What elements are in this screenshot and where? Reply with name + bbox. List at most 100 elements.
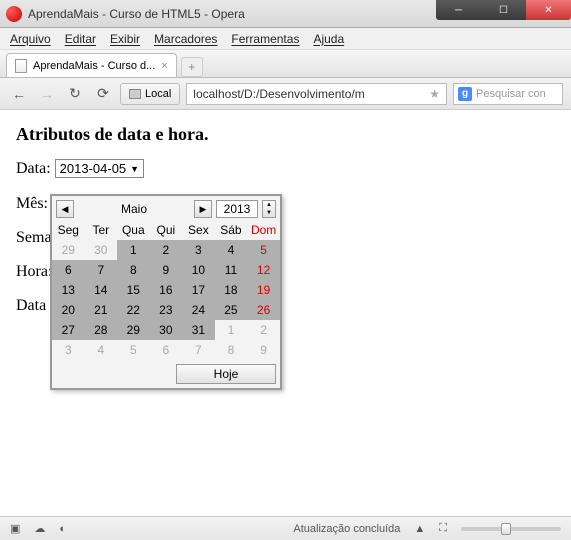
sync-icon[interactable]: ◐ [59,523,66,535]
cal-day[interactable]: 29 [117,320,150,340]
cal-day[interactable]: 9 [247,340,280,360]
cal-day[interactable]: 1 [215,320,248,340]
cal-day[interactable]: 30 [85,240,117,260]
cal-day[interactable]: 4 [215,240,248,260]
tabbar: AprendaMais - Curso d... × + [0,50,571,78]
cal-day[interactable]: 7 [85,260,117,280]
forward-button[interactable]: → [36,83,58,105]
zoom-slider[interactable] [461,527,561,531]
cal-day[interactable]: 1 [117,240,150,260]
cal-day[interactable]: 6 [150,340,182,360]
cal-prev-button[interactable]: ◀ [56,200,74,218]
datetime-label: Data [16,297,46,315]
tab-title: AprendaMais - Curso d... [33,60,155,72]
cal-weekday: Dom [247,220,280,240]
google-icon: g [458,87,472,101]
zoom-thumb[interactable] [501,523,511,535]
cal-day[interactable]: 12 [247,260,280,280]
fit-icon[interactable]: ⛶ [439,522,447,535]
menu-marcadores[interactable]: Marcadores [154,32,217,46]
close-button[interactable]: ✕ [526,0,571,20]
cal-year-input[interactable] [216,200,258,218]
menu-editar[interactable]: Editar [65,32,96,46]
local-button[interactable]: Local [120,83,180,105]
cal-day[interactable]: 11 [215,260,248,280]
cal-day[interactable]: 20 [52,300,85,320]
cal-day[interactable]: 22 [117,300,150,320]
cal-weekday: Sex [182,220,215,240]
search-placeholder: Pesquisar con [476,88,546,100]
date-input[interactable]: 2013-04-05 ▼ [55,159,144,178]
cal-day[interactable]: 16 [150,280,182,300]
date-label: Data: [16,160,51,178]
bookmark-star-icon[interactable]: ★ [429,87,440,101]
cal-weekday: Ter [85,220,117,240]
cal-day[interactable]: 21 [85,300,117,320]
cal-day[interactable]: 26 [247,300,280,320]
cal-day[interactable]: 13 [52,280,85,300]
cal-day[interactable]: 24 [182,300,215,320]
cal-weekday: Seg [52,220,85,240]
cal-day[interactable]: 18 [215,280,248,300]
cal-day[interactable]: 23 [150,300,182,320]
cal-day[interactable]: 10 [182,260,215,280]
address-bar: ← → ↻ ⟳ Local localhost/D:/Desenvolvimen… [0,78,571,110]
minimize-button[interactable]: ─ [436,0,481,20]
cal-day[interactable]: 27 [52,320,85,340]
cal-day[interactable]: 14 [85,280,117,300]
url-field[interactable]: localhost/D:/Desenvolvimento/m ★ [186,83,447,105]
chevron-up-icon[interactable]: ▲ [414,523,425,535]
time-label: Hora: [16,263,52,281]
cal-year-spinner[interactable]: ▲▼ [262,200,276,218]
cal-day[interactable]: 15 [117,280,150,300]
cal-day[interactable]: 4 [85,340,117,360]
statusbar: ▣ ☁ ◐ Atualização concluída ▲ ⛶ [0,516,571,540]
cal-day[interactable]: 25 [215,300,248,320]
cal-weekday: Qui [150,220,182,240]
cal-day[interactable]: 30 [150,320,182,340]
cal-day[interactable]: 9 [150,260,182,280]
cal-day[interactable]: 3 [52,340,85,360]
menu-ferramentas[interactable]: Ferramentas [231,32,299,46]
cal-day[interactable]: 7 [182,340,215,360]
local-label: Local [145,88,171,100]
date-value: 2013-04-05 [60,161,127,176]
week-label: Sema [16,229,52,247]
cal-day[interactable]: 28 [85,320,117,340]
window-title: AprendaMais - Curso de HTML5 - Opera [28,7,245,21]
cal-grid: SegTerQuaQuiSexSábDom2930123456789101112… [52,220,280,360]
cal-day[interactable]: 2 [247,320,280,340]
search-field[interactable]: g Pesquisar con [453,83,563,105]
cal-day[interactable]: 19 [247,280,280,300]
tab-close-icon[interactable]: × [161,60,167,72]
cal-day[interactable]: 8 [215,340,248,360]
cal-today-button[interactable]: Hoje [176,364,276,384]
menu-arquivo[interactable]: Arquivo [10,32,51,46]
reload-button[interactable]: ↻ [64,83,86,105]
cal-day[interactable]: 29 [52,240,85,260]
menu-exibir[interactable]: Exibir [110,32,140,46]
back-button[interactable]: ← [8,83,30,105]
home-button[interactable]: ⟳ [92,83,114,105]
cal-day[interactable]: 6 [52,260,85,280]
status-text: Atualização concluída [293,523,400,535]
panel-icon[interactable]: ▣ [10,522,20,535]
cal-day[interactable]: 5 [117,340,150,360]
cal-day[interactable]: 5 [247,240,280,260]
cal-day[interactable]: 8 [117,260,150,280]
page-content: Atributos de data e hora. Data: 2013-04-… [0,110,571,345]
new-tab-button[interactable]: + [181,57,203,77]
cal-day[interactable]: 31 [182,320,215,340]
cal-day[interactable]: 3 [182,240,215,260]
document-icon [15,59,27,73]
cal-day[interactable]: 2 [150,240,182,260]
hdd-icon [129,89,141,99]
cal-day[interactable]: 17 [182,280,215,300]
page-heading: Atributos de data e hora. [16,124,555,145]
maximize-button[interactable]: ☐ [481,0,526,20]
tab-active[interactable]: AprendaMais - Curso d... × [6,53,177,77]
cloud-icon[interactable]: ☁ [34,522,45,535]
menu-ajuda[interactable]: Ajuda [313,32,344,46]
cal-weekday: Sáb [215,220,248,240]
cal-next-button[interactable]: ▶ [194,200,212,218]
